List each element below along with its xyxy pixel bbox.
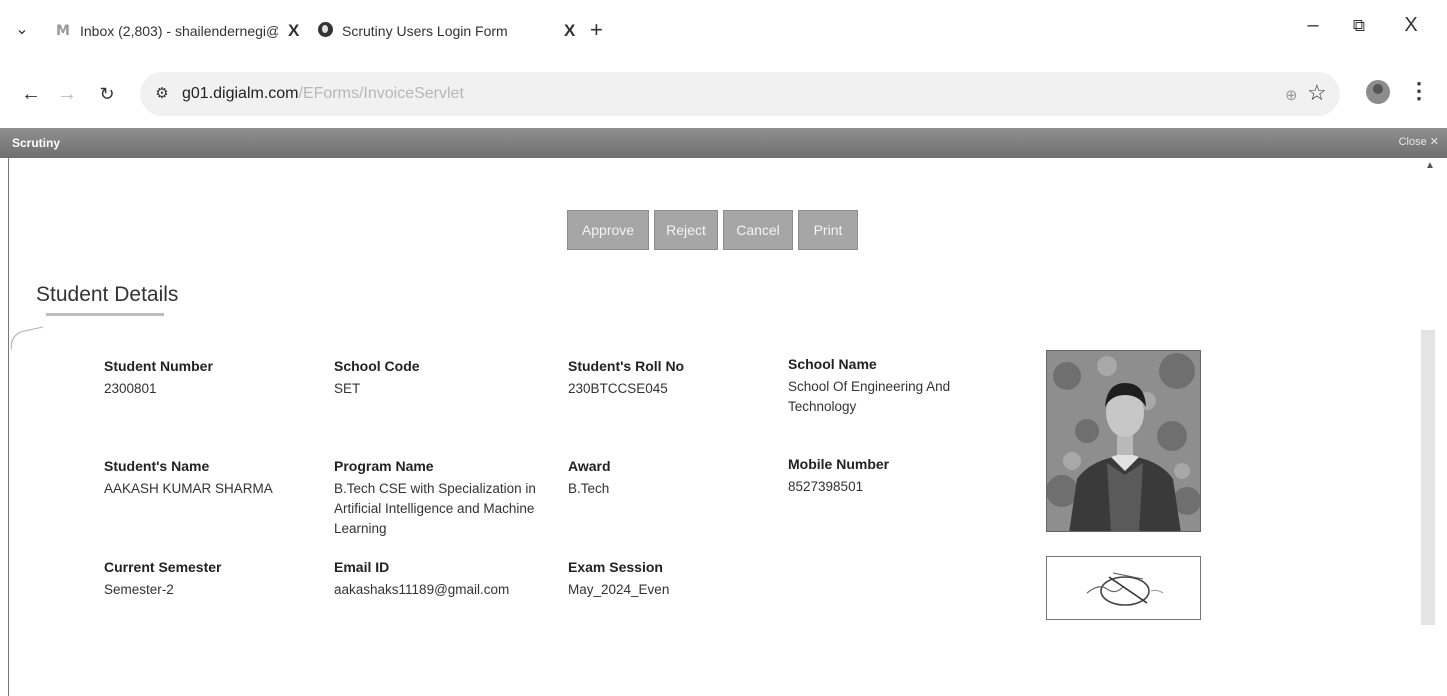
scrutiny-window-bar: Scrutiny Close ✕ [0, 128, 1447, 158]
field-roll-no: Student's Roll No 230BTCCSE045 [568, 358, 793, 399]
site-settings-icon[interactable]: ⚙ [152, 84, 172, 104]
field-mobile-number: Mobile Number 8527398501 [788, 456, 1013, 497]
field-current-semester: Current Semester Semester-2 [104, 559, 329, 600]
window-close-button[interactable]: X [1396, 14, 1426, 37]
url-path: /EForms/InvoiceServlet [298, 85, 464, 102]
field-label: Mobile Number [788, 456, 890, 472]
tab-label: Scrutiny Users Login Form [342, 23, 508, 39]
tab-menu-icon[interactable]: ⌄ [10, 18, 34, 42]
reload-icon[interactable]: ↻ [94, 80, 120, 108]
zoom-icon[interactable]: ⊕ [1285, 86, 1298, 104]
field-school-name: School Name School Of Engineering And Te… [788, 356, 988, 417]
bookmark-star-icon[interactable]: ☆ [1307, 80, 1327, 106]
student-signature [1046, 556, 1201, 620]
back-icon[interactable]: ← [18, 80, 44, 108]
tab-gmail-inbox[interactable]: M Inbox (2,803) - shailendernegi@ X [54, 16, 304, 46]
gmail-icon: M [56, 23, 70, 39]
window-title: Scrutiny [12, 136, 61, 150]
window-close-link[interactable]: Close ✕ [1399, 135, 1439, 148]
field-school-code: School Code SET [334, 358, 559, 399]
scrollbar-thumb[interactable] [1421, 330, 1435, 625]
field-label: Email ID [334, 559, 390, 575]
field-value: B.Tech [568, 481, 610, 496]
field-value: SET [334, 381, 361, 396]
field-award: Award B.Tech [568, 458, 793, 499]
field-value: AAKASH KUMAR SHARMA [104, 481, 273, 496]
field-value: B.Tech CSE with Specialization in Artifi… [334, 481, 536, 536]
student-photo-image [1047, 351, 1200, 531]
field-label: School Name [788, 356, 877, 372]
field-value: aakashaks11189@gmail.com [334, 582, 510, 597]
url-text[interactable]: g01.digialm.com/EForms/InvoiceServlet [182, 84, 464, 104]
print-button[interactable]: Print [798, 210, 858, 250]
profile-avatar[interactable] [1366, 80, 1390, 104]
approve-button[interactable]: Approve [567, 210, 649, 250]
field-label: Program Name [334, 458, 434, 474]
tab-close-button[interactable]: X [564, 21, 575, 41]
minimize-button[interactable]: – [1298, 14, 1328, 37]
section-underline [46, 313, 164, 316]
field-program-name: Program Name B.Tech CSE with Specializat… [334, 458, 549, 539]
field-label: School Code [334, 358, 420, 374]
tab-label: Inbox (2,803) - shailendernegi@ [80, 23, 278, 39]
menu-kebab-icon[interactable]: ⋮ [1408, 78, 1430, 104]
left-border [8, 158, 9, 696]
field-value: May_2024_Even [568, 582, 670, 597]
browser-tab-strip: ⌄ M Inbox (2,803) - shailendernegi@ X Sc… [0, 0, 1447, 62]
field-student-name: Student's Name AAKASH KUMAR SHARMA [104, 458, 329, 499]
tab-scrutiny-login[interactable]: Scrutiny Users Login Form X [316, 16, 582, 46]
field-exam-session: Exam Session May_2024_Even [568, 559, 793, 600]
field-value: School Of Engineering And Technology [788, 379, 951, 414]
forward-icon[interactable]: → [54, 80, 80, 108]
field-value: 230BTCCSE045 [568, 381, 668, 396]
reject-button[interactable]: Reject [654, 210, 718, 250]
url-host: g01.digialm.com [182, 85, 299, 102]
signature-image [1086, 572, 1164, 606]
field-label: Exam Session [568, 559, 663, 575]
field-student-number: Student Number 2300801 [104, 358, 329, 399]
field-label: Student Number [104, 358, 213, 374]
field-label: Award [568, 458, 611, 474]
tab-close-button[interactable]: X [288, 21, 299, 41]
field-value: 8527398501 [788, 479, 864, 494]
field-value: Semester-2 [104, 582, 174, 597]
field-value: 2300801 [104, 381, 157, 396]
scroll-up-arrow-icon[interactable]: ▲ [1425, 160, 1435, 171]
student-photo [1046, 350, 1201, 532]
field-label: Student's Roll No [568, 358, 685, 374]
cancel-button[interactable]: Cancel [723, 210, 793, 250]
field-email-id: Email ID aakashaks11189@gmail.com [334, 559, 559, 600]
restore-button[interactable]: ⧉ [1344, 16, 1374, 36]
section-title: Student Details [36, 283, 179, 306]
field-label: Student's Name [104, 458, 210, 474]
globe-icon [316, 22, 334, 40]
new-tab-button[interactable]: + [590, 17, 603, 43]
field-label: Current Semester [104, 559, 222, 575]
